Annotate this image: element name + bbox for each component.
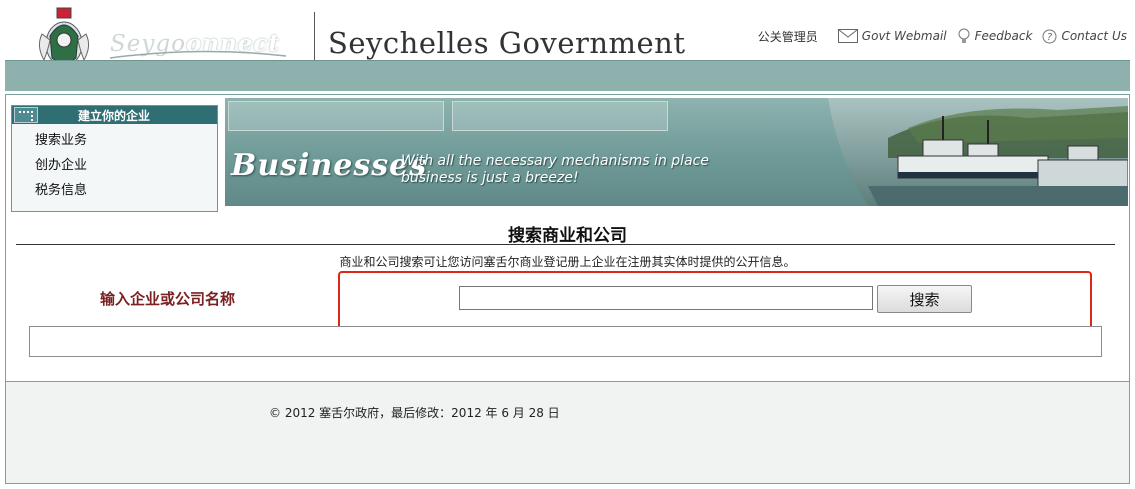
businesses-banner: Businesses With all the necessary mechan… — [225, 98, 1128, 206]
sidebar-item-start-business[interactable]: 创办企业 — [35, 153, 217, 178]
page-description: 商业和公司搜索可让您访问塞舌尔商业登记册上企业在注册其实体时提供的公开信息。 — [339, 255, 796, 269]
top-links: 公关管理员 Govt Webmail Feedback ? Contact Us — [758, 28, 1127, 44]
nav-bar — [5, 60, 1130, 91]
menu-icon — [14, 107, 38, 123]
company-name-input[interactable] — [459, 286, 873, 310]
government-title: Seychelles Government — [328, 26, 686, 60]
contact-label: Contact Us — [1061, 29, 1127, 43]
sidebar-item-tax-info[interactable]: 税务信息 — [35, 178, 217, 203]
contact-link[interactable]: ? Contact Us — [1042, 29, 1127, 44]
envelope-icon — [837, 29, 858, 43]
tagline-line-2: business is just a breeze! — [401, 170, 579, 186]
tagline-line-1: With all the necessary mechanisms in pla… — [401, 153, 709, 169]
feedback-label: Feedback — [974, 29, 1033, 43]
page-footer: © 2012 塞舌尔政府，最后修改：2012 年 6 月 28 日 — [5, 382, 1130, 484]
sidebar-header: 建立你的企业 — [12, 106, 217, 124]
banner-tagline: With all the necessary mechanisms in pla… — [401, 153, 709, 187]
webmail-link[interactable]: Govt Webmail — [837, 29, 947, 43]
sidebar-item-search-business[interactable]: 搜索业务 — [35, 128, 217, 153]
sidebar-menu: 建立你的企业 搜索业务 创办企业 税务信息 — [11, 105, 218, 212]
sidebar-title: 建立你的企业 — [78, 108, 151, 123]
title-divider — [16, 244, 1115, 245]
search-button[interactable]: 搜索 — [877, 285, 972, 313]
site-header: Seygoonnect Seychelles Government 公关管理员 … — [0, 0, 1135, 74]
harbor-ship-photo — [828, 98, 1128, 206]
banner-tab-1[interactable] — [228, 101, 444, 131]
feedback-link[interactable]: Feedback — [957, 28, 1033, 44]
admin-link[interactable]: 公关管理员 — [758, 28, 818, 45]
banner-tab-2[interactable] — [452, 101, 668, 131]
search-results-area — [29, 326, 1102, 357]
copyright-text: © 2012 塞舌尔政府，最后修改：2012 年 6 月 28 日 — [269, 406, 560, 420]
svg-text:?: ? — [1047, 32, 1053, 43]
page-title: 搜索商业和公司 — [508, 226, 627, 246]
lightbulb-icon — [958, 28, 970, 43]
company-name-label: 输入企业或公司名称 — [100, 290, 236, 308]
help-icon: ? — [1042, 29, 1057, 43]
webmail-label: Govt Webmail — [861, 29, 947, 43]
banner-heading: Businesses — [231, 148, 428, 183]
